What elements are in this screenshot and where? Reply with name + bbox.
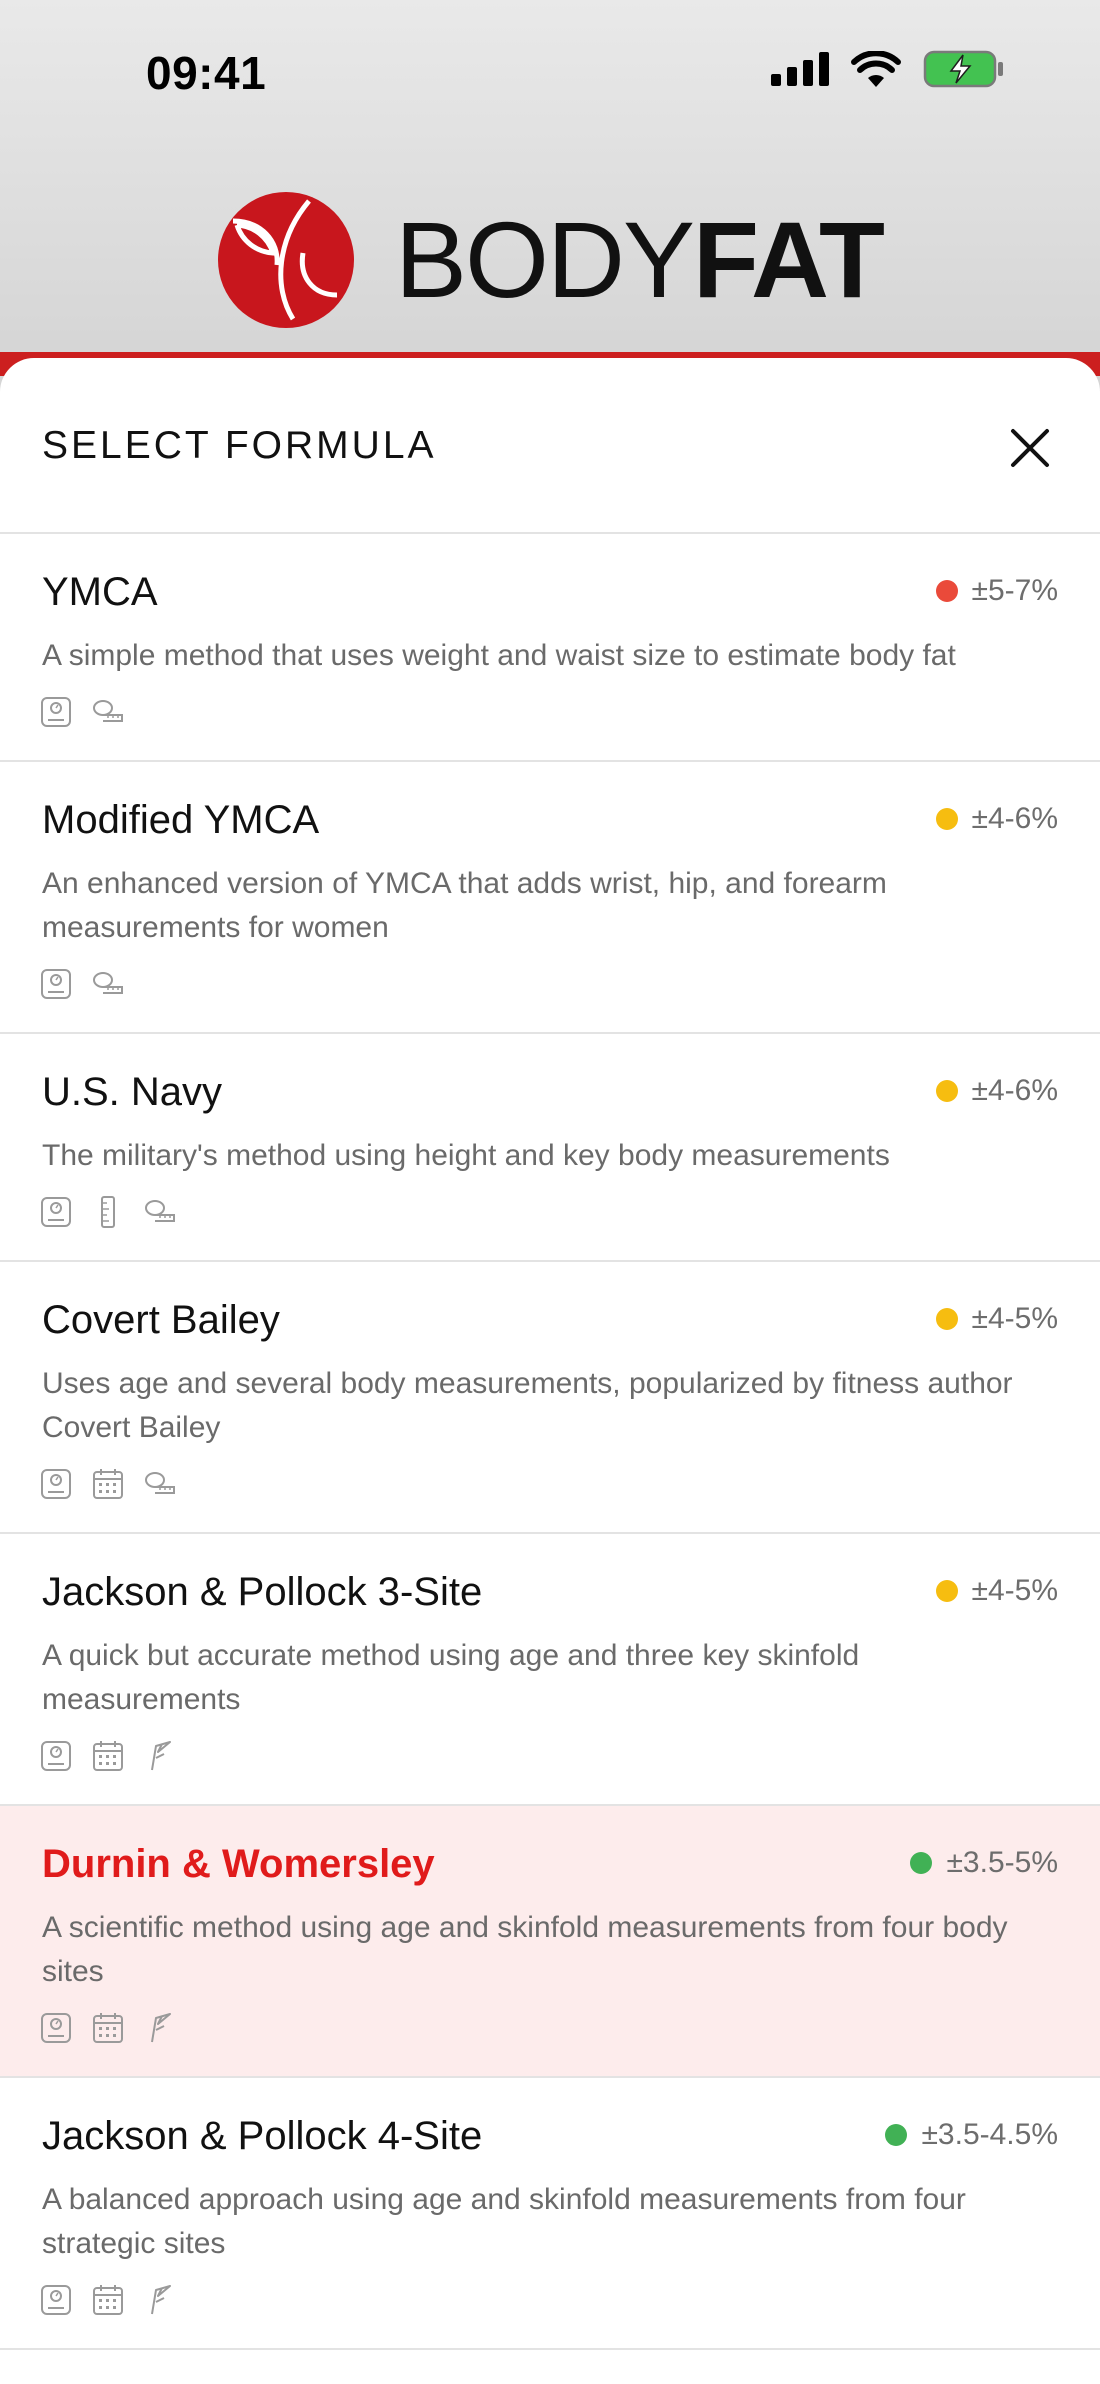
formula-name: Modified YMCA xyxy=(42,798,320,842)
scale-icon xyxy=(40,1468,72,1500)
formula-name: Durnin & Womersley xyxy=(42,1842,435,1886)
accuracy-dot xyxy=(935,808,958,830)
accuracy-text: ±3.5-5% xyxy=(946,1846,1058,1879)
formula-item-ymca[interactable]: YMCA ±5-7% A simple method that uses wei… xyxy=(0,534,1100,762)
formula-description: A balanced approach using age and skinfo… xyxy=(42,2183,966,2260)
status-icons xyxy=(771,50,1005,88)
scale-icon xyxy=(40,1196,72,1228)
scale-icon xyxy=(40,2284,72,2316)
formula-list: YMCA ±5-7% A simple method that uses wei… xyxy=(0,534,1100,2350)
accuracy-text: ±3.5-4.5% xyxy=(921,2118,1058,2151)
scale-icon xyxy=(40,968,72,1000)
accuracy-text: ±5-7% xyxy=(971,574,1059,607)
logo-word-bold: FAT xyxy=(693,199,885,320)
formula-description: The military's method using height and k… xyxy=(42,1139,890,1172)
formula-accuracy: ±3.5-5% xyxy=(910,1846,1058,1880)
app-logo: BODYFAT xyxy=(0,190,1100,330)
logo-word-thin: BODY xyxy=(394,199,695,320)
accuracy-text: ±4-6% xyxy=(971,1074,1059,1107)
battery-charging-icon xyxy=(923,50,1003,88)
scale-icon xyxy=(40,696,72,728)
accuracy-dot xyxy=(935,1580,958,1602)
calendar-icon xyxy=(92,1740,124,1772)
scale-icon xyxy=(40,2012,72,2044)
formula-name: Covert Bailey xyxy=(42,1298,280,1342)
formula-icons xyxy=(40,2284,176,2316)
calendar-icon xyxy=(92,2012,124,2044)
formula-description: A scientific method using age and skinfo… xyxy=(42,1911,1008,1988)
formula-icons xyxy=(40,1196,176,1228)
calendar-icon xyxy=(92,1468,124,1500)
formula-accuracy: ±4-5% xyxy=(935,1302,1059,1336)
percent-logo-icon xyxy=(217,192,354,328)
accuracy-dot xyxy=(935,1080,958,1102)
status-time: 09:41 xyxy=(146,47,267,99)
caliper-icon xyxy=(144,1740,176,1772)
logo-wordmark: BODYFAT xyxy=(395,206,885,314)
formula-name: Jackson & Pollock 4-Site xyxy=(42,2114,483,2158)
accuracy-dot xyxy=(935,1308,958,1330)
caliper-icon xyxy=(144,2012,176,2044)
formula-description: A simple method that uses weight and wai… xyxy=(42,639,956,672)
formula-item-jackson-pollock-4-site[interactable]: Jackson & Pollock 4-Site ±3.5-4.5% A bal… xyxy=(0,2078,1100,2350)
calendar-icon xyxy=(92,2284,124,2316)
formula-accuracy: ±4-6% xyxy=(935,802,1059,836)
sheet-header: SELECT FORMULA xyxy=(0,358,1100,534)
tape-measure-icon xyxy=(92,968,124,1000)
accuracy-dot xyxy=(885,2124,908,2146)
formula-name: YMCA xyxy=(42,570,158,614)
scale-icon xyxy=(40,1740,72,1772)
formula-icons xyxy=(40,2012,176,2044)
formula-icons xyxy=(40,1468,176,1500)
select-formula-sheet: SELECT FORMULA YMCA ±5-7% A simple metho… xyxy=(0,358,1100,2384)
formula-icons xyxy=(40,968,124,1000)
accuracy-text: ±4-6% xyxy=(971,802,1059,835)
screen: 09:41 BODYFAT SELECT FORMULA YMCA ±5-7% … xyxy=(0,0,1100,2384)
formula-description: Uses age and several body measurements, … xyxy=(42,1367,1013,1444)
wifi-icon xyxy=(851,51,901,87)
close-button[interactable] xyxy=(1000,418,1060,478)
formula-item-u-s-navy[interactable]: U.S. Navy ±4-6% The military's method us… xyxy=(0,1034,1100,1262)
formula-accuracy: ±5-7% xyxy=(935,574,1059,608)
accuracy-text: ±4-5% xyxy=(971,1302,1059,1335)
formula-item-modified-ymca[interactable]: Modified YMCA ±4-6% An enhanced version … xyxy=(0,762,1100,1034)
sheet-title: SELECT FORMULA xyxy=(42,424,437,467)
tape-measure-icon xyxy=(144,1196,176,1228)
status-bar: 09:41 xyxy=(0,0,1100,150)
height-ruler-icon xyxy=(92,1196,124,1228)
formula-description: A quick but accurate method using age an… xyxy=(42,1639,860,1716)
formula-accuracy: ±4-5% xyxy=(935,1574,1059,1608)
close-icon xyxy=(1011,429,1049,467)
formula-accuracy: ±3.5-4.5% xyxy=(885,2118,1058,2152)
caliper-icon xyxy=(144,2284,176,2316)
formula-accuracy: ±4-6% xyxy=(935,1074,1059,1108)
formula-item-durnin-womersley[interactable]: Durnin & Womersley ±3.5-5% A scientific … xyxy=(0,1806,1100,2078)
formula-icons xyxy=(40,696,124,728)
signal-icon xyxy=(771,52,829,86)
tape-measure-icon xyxy=(92,696,124,728)
accuracy-text: ±4-5% xyxy=(971,1574,1059,1607)
formula-icons xyxy=(40,1740,176,1772)
formula-name: Jackson & Pollock 3-Site xyxy=(42,1570,483,1614)
formula-description: An enhanced version of YMCA that adds wr… xyxy=(42,867,887,944)
accuracy-dot xyxy=(910,1852,933,1874)
formula-item-jackson-pollock-3-site[interactable]: Jackson & Pollock 3-Site ±4-5% A quick b… xyxy=(0,1534,1100,1806)
accuracy-dot xyxy=(935,580,958,602)
formula-item-covert-bailey[interactable]: Covert Bailey ±4-5% Uses age and several… xyxy=(0,1262,1100,1534)
formula-name: U.S. Navy xyxy=(42,1070,223,1114)
tape-measure-icon xyxy=(144,1468,176,1500)
